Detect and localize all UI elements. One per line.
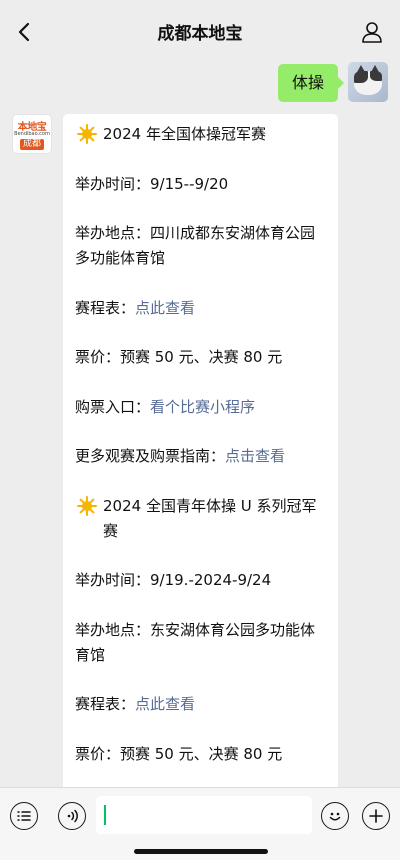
profile-button[interactable] xyxy=(358,18,386,46)
event-price: 票价：预赛 50 元、决赛 80 元 xyxy=(75,348,283,366)
event-heading: 2024 年全国体操冠军赛 xyxy=(75,122,328,147)
top-bar: 成都本地宝 xyxy=(0,0,400,62)
page-title: 成都本地宝 xyxy=(157,24,243,44)
person-icon xyxy=(362,22,382,43)
my-message-row: 体操 xyxy=(277,62,388,104)
emoji-icon xyxy=(329,812,341,821)
schedule-line: 赛程表：点此查看 xyxy=(75,296,328,321)
voice-button[interactable] xyxy=(58,802,86,830)
text-caret xyxy=(104,805,106,825)
logo-url: Bendibao.com xyxy=(14,131,50,137)
schedule-link[interactable]: 点此查看 xyxy=(135,299,195,317)
my-avatar[interactable] xyxy=(348,62,388,102)
guide-line: 更多观赛及购票指南：点击查看 xyxy=(75,444,328,469)
home-indicator[interactable] xyxy=(134,849,268,854)
ticket-line: 购票入口：看个比赛小程序 xyxy=(75,395,328,420)
guide-label: 更多观赛及购票指南： xyxy=(75,447,226,465)
guide-link[interactable]: 点击查看 xyxy=(225,447,285,465)
event-venue: 举办地点：四川成都东安湖体育公园多功能体育馆 xyxy=(75,224,316,267)
voice-icon xyxy=(67,809,78,823)
bot-avatar[interactable]: 本地宝 Bendibao.com 成都 xyxy=(12,114,52,154)
logo-city: 成都 xyxy=(20,139,44,150)
plus-icon xyxy=(369,809,383,823)
emoji-button[interactable] xyxy=(321,802,349,830)
event-heading: 2024 全国青年体操 U 系列冠军赛 xyxy=(75,494,328,544)
ticket-link[interactable]: 看个比赛小程序 xyxy=(150,398,255,416)
event-time: 举办时间：9/19.-2024-9/24 xyxy=(75,571,272,589)
event-title: 2024 年全国体操冠军赛 xyxy=(103,125,266,143)
event-time: 举办时间：9/15--9/20 xyxy=(75,174,229,193)
list-icon xyxy=(17,811,31,821)
schedule-link[interactable]: 点此查看 xyxy=(135,695,195,713)
schedule-label: 赛程表： xyxy=(75,695,136,713)
event-title: 2024 全国青年体操 U 系列冠军赛 xyxy=(103,496,317,540)
cat-avatar-icon xyxy=(354,65,382,95)
sun-icon xyxy=(77,495,97,516)
plus-button[interactable] xyxy=(362,802,390,830)
message-input[interactable] xyxy=(96,796,312,834)
reply-message-card: 2024 年全国体操冠军赛 举办时间：9/15--9/20 举办地点：四川成都东… xyxy=(63,114,338,794)
event-price: 票价：预赛 50 元、决赛 80 元 xyxy=(75,744,283,763)
event-venue: 举办地点：东安湖体育公园多功能体育馆 xyxy=(75,620,316,664)
schedule-line: 赛程表：点此查看 xyxy=(75,692,328,717)
sun-icon xyxy=(77,124,97,144)
schedule-label: 赛程表： xyxy=(75,298,136,317)
ticket-label: 购票入口： xyxy=(75,397,151,416)
menu-button[interactable] xyxy=(10,802,38,830)
my-message-bubble[interactable]: 体操 xyxy=(277,64,345,102)
